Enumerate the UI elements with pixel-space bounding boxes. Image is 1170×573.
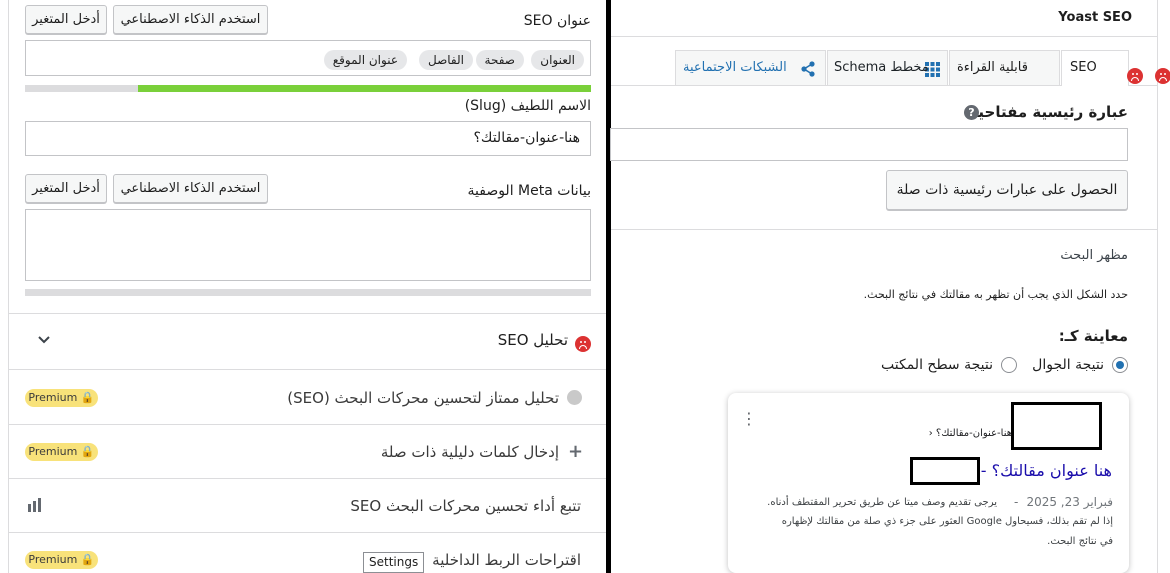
premium-badge: Premium 🔒 xyxy=(25,443,98,461)
tab-seo[interactable]: SEO xyxy=(1061,50,1170,86)
related-keyphrases-button[interactable]: الحصول على عبارات رئيسية ذات صلة xyxy=(886,170,1128,210)
seo-tracking-title: تتبع أداء تحسين محركات البحث SEO xyxy=(350,497,581,515)
sad-face-icon xyxy=(1127,68,1143,84)
seo-title-progress-bar xyxy=(25,85,591,92)
grey-dot-icon xyxy=(567,390,582,405)
section-separator xyxy=(8,313,606,314)
tab-social[interactable]: الشبكات الاجتماعية xyxy=(675,50,826,85)
snippet-date-dash: - xyxy=(1014,495,1019,509)
seo-title-field[interactable]: العنوان صفحة الفاصل عنوان الموقع xyxy=(25,40,591,76)
internal-linking-title: اقتراحات الربط الداخلية xyxy=(432,551,581,569)
slug-value: هنا-عنوان-مقالتك؟ xyxy=(473,130,580,146)
left-panel: عنوان SEO استخدم الذكاء الاصطناعي أدخل ا… xyxy=(0,0,606,573)
share-icon xyxy=(801,61,815,77)
tab-schema[interactable]: مخطط Schema xyxy=(827,50,948,85)
premium-badge: Premium 🔒 xyxy=(25,389,98,407)
yoast-header: Yoast SEO xyxy=(611,0,1158,37)
snippet-date: فبراير 23, 2025 xyxy=(1026,495,1113,509)
tab-seo-label: SEO xyxy=(1070,60,1097,75)
tab-readability-label: قابلية القراءة xyxy=(957,60,1028,75)
more-vertical-icon[interactable]: ⋮ xyxy=(741,411,757,427)
title-pill-page[interactable]: صفحة xyxy=(475,50,524,70)
seo-title-label: عنوان SEO xyxy=(523,13,591,29)
seo-analysis-title: تحليل SEO xyxy=(497,331,568,349)
snippet-title-link[interactable]: هنا عنوان مقالتك؟ - xyxy=(981,461,1112,480)
chevron-down-icon[interactable] xyxy=(37,335,51,345)
help-icon[interactable]: ? xyxy=(964,105,979,120)
desktop-result-label[interactable]: نتيجة سطح المكتب xyxy=(881,357,993,373)
title-pill-title[interactable]: العنوان xyxy=(531,50,584,70)
desktop-result-radio[interactable] xyxy=(1001,357,1017,373)
tab-readability[interactable]: قابلية القراءة xyxy=(949,50,1143,85)
snippet-url: هنا-عنوان-مقالتك؟ ‹ xyxy=(928,428,1012,439)
section-separator xyxy=(8,532,606,533)
title-pill-separator[interactable]: الفاصل xyxy=(419,50,473,70)
mobile-result-radio[interactable] xyxy=(1112,357,1128,373)
title-pill-site-title[interactable]: عنوان الموقع xyxy=(323,50,407,70)
search-appearance-description: حدد الشكل الذي يجب أن تظهر به مقالتك في … xyxy=(863,288,1128,301)
meta-insert-variable-button[interactable]: أدخل المتغير xyxy=(25,174,107,203)
preview-as-label: معاينة كـ: xyxy=(1058,327,1128,345)
keyphrase-input[interactable] xyxy=(610,128,1128,161)
section-separator xyxy=(8,369,606,370)
slug-label: الاسم اللطيف (Slug) xyxy=(464,98,591,114)
plus-icon: + xyxy=(568,441,584,462)
section-separator xyxy=(611,229,1158,230)
meta-description-label: بيانات Meta الوصفية xyxy=(467,183,592,199)
sad-face-icon xyxy=(1155,68,1170,84)
slug-input[interactable]: هنا-عنوان-مقالتك؟ xyxy=(25,121,591,156)
tab-schema-label: مخطط Schema xyxy=(834,60,929,75)
section-separator xyxy=(8,424,606,425)
panel-border xyxy=(8,0,9,573)
mobile-result-label[interactable]: نتيجة الجوال xyxy=(1032,357,1104,373)
seo-title-progress-fill xyxy=(138,85,591,92)
snippet-description-line-1: يرجى تقديم وصف ميتا عن طريق تحرير المقتط… xyxy=(767,497,997,508)
seo-title-insert-variable-button[interactable]: أدخل المتغير xyxy=(25,5,107,34)
section-separator xyxy=(8,478,606,479)
sad-face-icon xyxy=(575,336,591,352)
snippet-preview-card: ⋮ هنا-عنوان-مقالتك؟ ‹ هنا عنوان مقالتك؟ … xyxy=(728,393,1129,573)
yoast-seo-panel: Yoast SEO SEO قابلية القراءة مخطط Schema… xyxy=(610,0,1170,573)
keyphrase-label: عبارة رئيسية مفتاحية xyxy=(969,103,1128,121)
meta-description-field[interactable] xyxy=(25,209,591,281)
seo-title-ai-button[interactable]: استخدم الذكاء الاصطناعي xyxy=(113,5,268,34)
yoast-title: Yoast SEO xyxy=(1058,10,1132,25)
bar-chart-icon xyxy=(28,498,41,512)
redacted-box xyxy=(910,457,980,485)
redacted-box xyxy=(1011,402,1102,450)
snippet-description-line-2: إذا لم تقم بذلك، فسيحاول Google العثور ع… xyxy=(781,516,1113,527)
search-appearance-title: مظهر البحث xyxy=(1060,248,1128,263)
premium-badge: Premium 🔒 xyxy=(25,551,98,569)
settings-button[interactable]: Settings xyxy=(363,552,425,573)
related-keywords-title: إدخال كلمات دليلية ذات صلة xyxy=(380,443,559,461)
meta-ai-button[interactable]: استخدم الذكاء الاصطناعي xyxy=(113,174,268,203)
premium-seo-analysis-title: تحليل ممتاز لتحسين محركات البحث (SEO) xyxy=(287,389,559,407)
snippet-description-line-3: في نتائج البحث. xyxy=(1047,536,1113,547)
meta-progress-bar xyxy=(25,289,591,296)
tab-social-label: الشبكات الاجتماعية xyxy=(683,60,787,75)
